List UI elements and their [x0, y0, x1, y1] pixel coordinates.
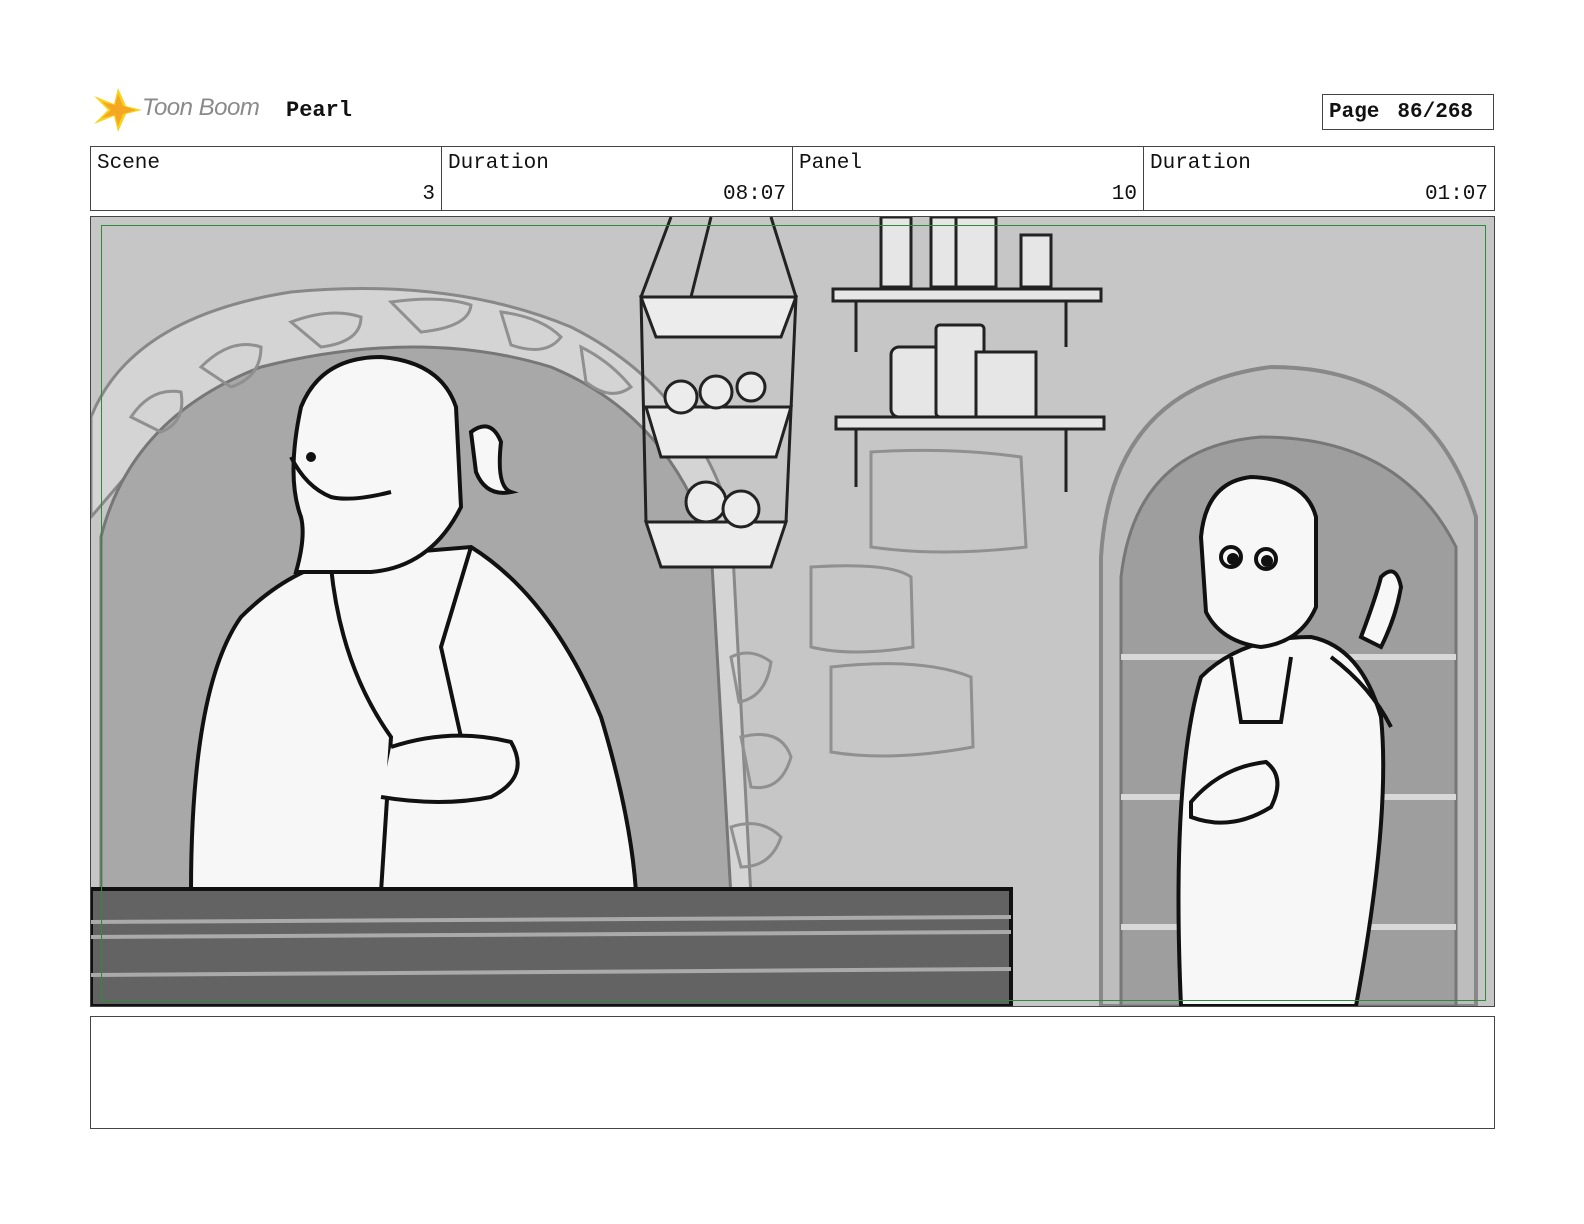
scene-duration-cell: Duration 08:07	[442, 147, 793, 210]
project-title: Pearl	[286, 98, 353, 123]
page-label: Page	[1329, 100, 1380, 124]
comet-icon	[94, 88, 142, 132]
scene-duration-value: 08:07	[722, 183, 786, 206]
panel-info-row: Scene 3 Duration 08:07 Panel 10 Duration…	[90, 146, 1495, 211]
page-indicator: Page 86/268	[1322, 94, 1494, 130]
toon-boom-logo: Toon Boom	[92, 86, 272, 134]
scene-value: 3	[422, 183, 435, 206]
page-number: 86/268	[1397, 100, 1474, 124]
panel-cell: Panel 10	[793, 147, 1144, 210]
notes-box[interactable]	[90, 1016, 1495, 1129]
panel-label: Panel	[799, 152, 863, 175]
counter	[91, 887, 1013, 1006]
panel-value: 10	[1111, 183, 1137, 206]
brand-name: Toon Boom	[142, 94, 260, 121]
panel-duration-label: Duration	[1150, 152, 1251, 175]
scene-duration-label: Duration	[448, 152, 549, 175]
scene-cell: Scene 3	[91, 147, 442, 210]
panel-duration-value: 01:07	[1424, 183, 1488, 206]
storyboard-panel	[90, 216, 1495, 1007]
scene-label: Scene	[97, 152, 161, 175]
panel-duration-cell: Duration 01:07	[1144, 147, 1494, 210]
panel-sketch	[91, 217, 1494, 1006]
